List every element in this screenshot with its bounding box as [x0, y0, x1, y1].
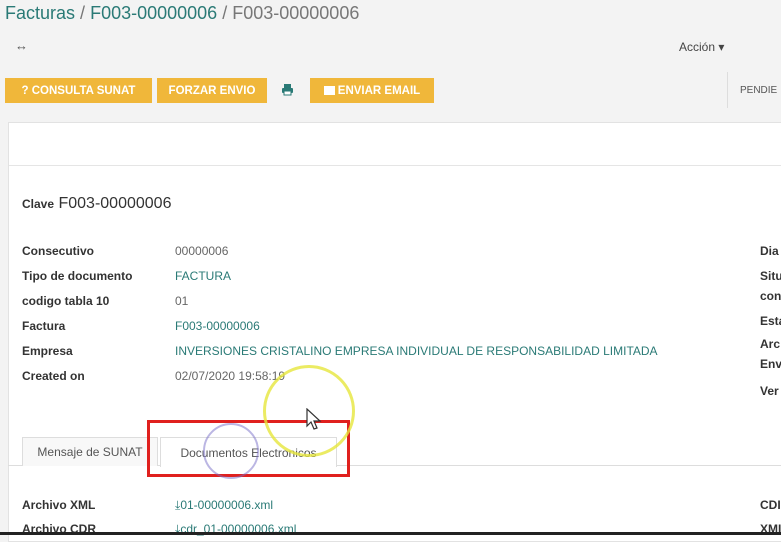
field-value[interactable]: F003-00000006	[175, 319, 260, 333]
consulta-sunat-button[interactable]: ? CONSULTA SUNAT	[5, 78, 152, 103]
right-label: Arc	[760, 337, 781, 351]
field-label: Consecutivo	[22, 244, 95, 258]
enviar-email-label: ENVIAR EMAIL	[337, 84, 421, 97]
breadcrumb-sep: /	[80, 3, 86, 23]
right-label: Ver	[760, 384, 779, 398]
right-label: Dia	[760, 244, 779, 258]
doc-xml-link[interactable]: ⤓01-00000006.xml	[175, 498, 273, 513]
breadcrumb-facturas[interactable]: Facturas	[5, 3, 75, 23]
enviar-email-button[interactable]: ENVIAR EMAIL	[310, 78, 434, 103]
breadcrumb-parent[interactable]: F003-00000006	[90, 3, 217, 23]
clave-field: Clave F003-00000006	[22, 195, 171, 213]
breadcrumb: Facturas / F003-00000006 / F003-00000006	[5, 3, 359, 24]
divider	[727, 72, 728, 108]
clave-label: Clave	[22, 197, 55, 211]
right-label: con	[760, 289, 781, 303]
field-value: 00000006	[175, 244, 229, 258]
field-label: Factura	[22, 319, 66, 333]
form-sheet	[8, 122, 781, 542]
right-label: Env	[760, 357, 781, 371]
envelope-icon	[323, 86, 335, 95]
click-indicator	[203, 423, 259, 479]
field-label: codigo tabla 10	[22, 294, 110, 308]
field-label: Tipo de documento	[22, 269, 133, 283]
action-dropdown[interactable]: Acción ▾	[679, 40, 724, 54]
right-doc-label: CDI	[760, 498, 781, 512]
breadcrumb-current: F003-00000006	[232, 3, 360, 23]
right-label: Situ	[760, 269, 781, 283]
breadcrumb-sep: /	[222, 3, 228, 23]
forzar-envio-button[interactable]: FORZAR ENVIO	[157, 78, 267, 103]
field-value[interactable]: FACTURA	[175, 269, 231, 283]
right-label: Esta	[760, 314, 781, 328]
status-pendiente[interactable]: PENDIE	[740, 85, 777, 96]
field-label: Created on	[22, 369, 85, 383]
field-value: 02/07/2020 19:58:19	[175, 369, 286, 383]
clave-value: F003-00000006	[58, 195, 172, 212]
expand-icon[interactable]: ↔	[15, 38, 28, 53]
field-value[interactable]: INVERSIONES CRISTALINO EMPRESA INDIVIDUA…	[175, 344, 658, 358]
cursor-icon	[306, 407, 322, 437]
doc-label: Archivo XML	[22, 498, 96, 512]
field-label: Empresa	[22, 344, 73, 358]
field-value: 01	[175, 294, 189, 308]
doc-file: 01-00000006.xml	[180, 498, 274, 512]
tab-mensaje-sunat[interactable]: Mensaje de SUNAT	[22, 437, 158, 466]
printer-icon[interactable]	[281, 83, 294, 96]
